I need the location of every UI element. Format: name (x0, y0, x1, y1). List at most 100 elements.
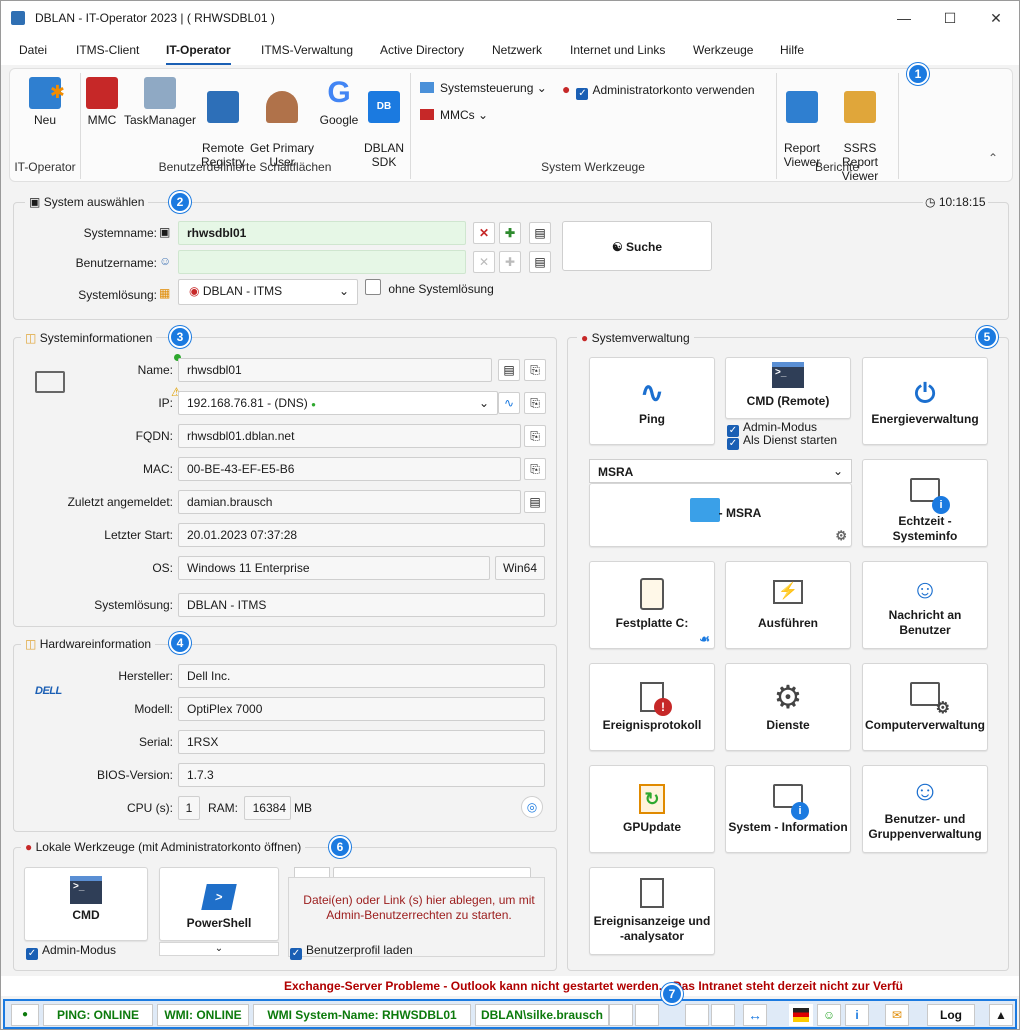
menu-active-directory[interactable]: Active Directory (380, 43, 464, 57)
network-icon[interactable] (635, 1004, 659, 1026)
energie-tile[interactable]: ⏻ Energieverwaltung (862, 357, 988, 445)
user-lookup-icon[interactable]: ▤ (524, 491, 546, 513)
systemloesung-select[interactable]: ◉ DBLAN - ITMS ⌄ (178, 279, 358, 305)
ip-select[interactable]: 192.168.76.81 - (DNS) ● ⌄ (178, 391, 498, 415)
menu-itms-client[interactable]: ITMS-Client (76, 43, 139, 57)
ping-tile[interactable]: ∿ Ping (589, 357, 715, 445)
teamviewer-icon[interactable]: ↔ (743, 1004, 767, 1026)
collapse-ribbon-icon[interactable]: ⌃ (988, 151, 998, 165)
mac-field[interactable]: 00-BE-43-EF-E5-B6 (178, 457, 521, 481)
cmd-remote-tile[interactable]: >_ CMD (Remote) (725, 357, 851, 419)
clear-system-icon[interactable]: ✕ (473, 222, 495, 244)
maximize-button[interactable]: ☐ (927, 5, 973, 31)
ereignisanzeige-tile[interactable]: Ereignisanzeige und -analysator (589, 867, 715, 955)
user-status-icon[interactable]: ☺ (817, 1004, 841, 1026)
name-field[interactable]: rhwsdbl01 (178, 358, 492, 382)
google-button[interactable]: G Google (318, 77, 360, 128)
last-start-field[interactable]: 20.01.2023 07:37:28 (178, 523, 545, 547)
computerverwaltung-tile[interactable]: ⚙ Computerverwaltung (862, 663, 988, 751)
ping-pulse-icon[interactable]: ∿ (498, 392, 520, 414)
minimize-button[interactable]: — (881, 5, 927, 31)
ausfuehren-tile[interactable]: ⚡ Ausführen (725, 561, 851, 649)
fqdn-field[interactable]: rhwsdbl01.dblan.net (178, 424, 521, 448)
chevron-down-icon: ⌄ (536, 81, 547, 95)
menu-netzwerk[interactable]: Netzwerk (492, 43, 542, 57)
globe-icon[interactable]: ◎ (521, 796, 543, 818)
mmc-button[interactable]: MMC (84, 77, 120, 127)
menu-datei[interactable]: Datei (19, 43, 47, 57)
ohne-systemloesung-checkbox[interactable]: ohne Systemlösung (365, 279, 494, 296)
german-flag-icon[interactable] (789, 1004, 813, 1026)
neu-button[interactable]: ✱ Neu (20, 77, 70, 127)
ssrs-report-viewer-button[interactable]: SSRS Report Viewer (825, 77, 895, 197)
systemloesung-info-field[interactable]: DBLAN - ITMS (178, 593, 545, 617)
name-lookup-icon[interactable]: ▤ (498, 359, 520, 381)
computer-icon[interactable] (685, 1004, 709, 1026)
os-field[interactable]: Windows 11 Enterprise (178, 556, 490, 580)
close-button[interactable]: ✕ (973, 5, 1019, 31)
menu-hilfe[interactable]: Hilfe (780, 43, 804, 57)
echtzeit-tile[interactable]: i Echtzeit - Systeminfo (862, 459, 988, 547)
add-user-icon[interactable]: ✚ (499, 251, 521, 273)
cmd-icon: >_ (772, 362, 804, 388)
local-powershell-tile[interactable]: > PowerShell (159, 867, 279, 941)
last-login-field[interactable]: damian.brausch (178, 490, 521, 514)
copy-fqdn-icon[interactable]: ⎘ (524, 425, 546, 447)
systemname-input[interactable]: rhwsdbl01 (178, 221, 466, 245)
ereignisprotokoll-tile[interactable]: ! Ereignisprotokoll (589, 663, 715, 751)
user-lookup-icon[interactable] (609, 1004, 633, 1026)
menu-werkzeuge[interactable]: Werkzeuge (693, 43, 753, 57)
hersteller-field[interactable]: Dell Inc. (178, 664, 545, 688)
benutzername-input[interactable] (178, 250, 466, 274)
dienste-tile[interactable]: ⚙ Dienste (725, 663, 851, 751)
system-list-icon[interactable]: ▤ (529, 222, 551, 244)
mmcs-dropdown[interactable]: MMCs ⌄ (420, 108, 488, 122)
cleanup-icon[interactable]: ☙ (699, 632, 710, 646)
menu-internet-links[interactable]: Internet und Links (570, 43, 665, 57)
last-start-label: Letzter Start: (104, 528, 173, 542)
menu-itms-verwaltung[interactable]: ITMS-Verwaltung (261, 43, 353, 57)
powershell-dropdown-icon[interactable]: ⌄ (159, 942, 279, 956)
gpupdate-tile[interactable]: ↻ GPUpdate (589, 765, 715, 853)
nachricht-tile[interactable]: ☺ Nachricht an Benutzer (862, 561, 988, 649)
user-list-icon[interactable]: ▤ (529, 251, 551, 273)
info-icon[interactable]: i (845, 1004, 869, 1026)
festplatte-tile[interactable]: Festplatte C: ☙ (589, 561, 715, 649)
copy-mac-icon[interactable]: ⎘ (524, 458, 546, 480)
target-icon: ◉ (189, 284, 200, 298)
plug-icon[interactable] (711, 1004, 735, 1026)
bios-field[interactable]: 1.7.3 (178, 763, 545, 787)
news-ticker: Exchange-Server Probleme - Outlook kann … (1, 976, 1019, 996)
gear-icon[interactable]: ⚙ (835, 528, 847, 544)
load-profile-checkbox[interactable]: ✓ Benutzerprofil laden (290, 943, 413, 960)
local-cmd-tile[interactable]: >_ CMD (24, 867, 148, 941)
pin-icon[interactable]: ▲ (989, 1004, 1013, 1026)
system-information-tile[interactable]: i System - Information (725, 765, 851, 853)
mail-icon[interactable]: ✉ (885, 1004, 909, 1026)
msra-select[interactable]: MSRA ⌄ (589, 459, 852, 483)
clear-user-icon[interactable]: ✕ (473, 251, 495, 273)
ram-field[interactable]: 16384 (244, 796, 291, 820)
benutzer-gruppen-tile[interactable]: ☺ Benutzer- und Gruppenverwaltung (862, 765, 988, 853)
cpu-field[interactable]: 1 (178, 796, 200, 820)
menu-it-operator[interactable]: IT-Operator (166, 43, 231, 65)
copy-name-icon[interactable]: ⎘ (524, 359, 546, 381)
suche-button[interactable]: ☯ Suche (562, 221, 712, 271)
modell-field[interactable]: OptiPlex 7000 (178, 697, 545, 721)
add-favorite-icon[interactable]: ✚ (499, 222, 521, 244)
serial-field[interactable]: 1RSX (178, 730, 545, 754)
menu-bar: Datei ITMS-Client IT-Operator ITMS-Verwa… (1, 35, 1019, 65)
systemsteuerung-dropdown[interactable]: Systemsteuerung ⌄ (420, 81, 547, 95)
database-icon: ◫ (25, 331, 37, 345)
admin-user-icon: ● (562, 81, 571, 97)
admin-account-checkbox[interactable]: ● ✓ Administratorkonto verwenden (562, 81, 755, 100)
log-button[interactable]: Log (927, 1004, 975, 1026)
arch-field[interactable]: Win64 (495, 556, 545, 580)
msra-tile[interactable]: - MSRA ⚙ (589, 483, 852, 547)
local-admin-mode-checkbox[interactable]: ✓ Admin-Modus (26, 943, 116, 960)
users-icon: ☺ (910, 775, 940, 806)
event-log-icon: ! (640, 682, 672, 716)
taskmanager-button[interactable]: TaskManager (123, 77, 197, 127)
copy-ip-icon[interactable]: ⎘ (524, 392, 546, 414)
als-dienst-checkbox[interactable]: ✓ Als Dienst starten (727, 433, 837, 450)
